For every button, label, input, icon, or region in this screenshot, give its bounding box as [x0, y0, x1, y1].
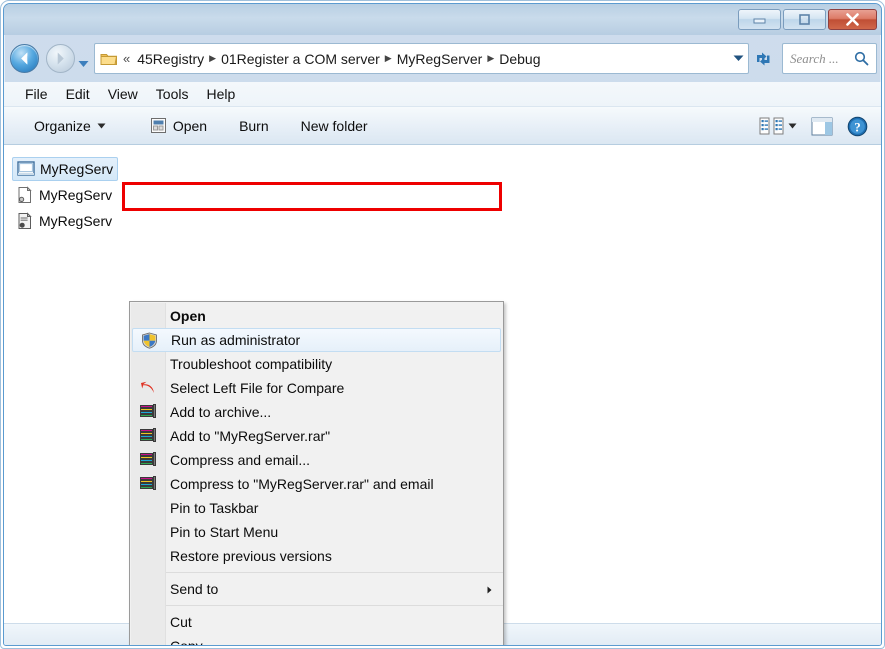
context-menu-item-pin-to-taskbar[interactable]: Pin to Taskbar [130, 496, 503, 520]
refresh-icon [757, 52, 770, 65]
breadcrumb-separator-icon: ▶ [487, 53, 495, 63]
context-menu[interactable]: Open Run as administrator Troubleshoot c [129, 301, 504, 645]
document-file-icon [18, 186, 32, 203]
back-arrow-icon [21, 52, 28, 65]
list-item[interactable]: MyRegServ [12, 183, 116, 207]
file-name: MyRegServ [40, 161, 114, 177]
preview-pane-button[interactable] [806, 113, 838, 140]
new-folder-label: New folder [300, 117, 368, 134]
navigation-bar: « 45Registry ▶ 01Register a COM server ▶… [4, 35, 881, 82]
file-name: MyRegServ [39, 187, 113, 203]
open-file-icon [150, 118, 166, 133]
context-menu-item-pin-to-start-menu[interactable]: Pin to Start Menu [130, 520, 503, 544]
file-name: MyRegServ [39, 213, 113, 229]
minimize-icon [753, 18, 766, 24]
refresh-button[interactable] [750, 43, 777, 74]
menu-help[interactable]: Help [197, 84, 244, 104]
context-menu-item-compress-and-email[interactable]: Compress and email... [130, 448, 503, 472]
context-menu-item-add-to-named-archive[interactable]: Add to "MyRegServer.rar" [130, 424, 503, 448]
menu-edit[interactable]: Edit [57, 84, 99, 104]
uac-shield-icon [133, 332, 166, 349]
address-bar[interactable]: « 45Registry ▶ 01Register a COM server ▶… [94, 43, 749, 74]
burn-button[interactable]: Burn [231, 114, 277, 138]
help-button[interactable]: ? [842, 112, 873, 141]
command-bar: Organize Open Burn New folder ? [4, 107, 881, 145]
context-menu-item-open[interactable]: Open [130, 304, 503, 328]
menu-tools[interactable]: Tools [147, 84, 198, 104]
context-menu-separator [166, 572, 503, 573]
view-options-button[interactable] [754, 113, 802, 139]
context-menu-separator [166, 605, 503, 606]
window-controls [738, 9, 877, 30]
view-options-icon [759, 117, 784, 135]
submenu-arrow-icon [487, 586, 492, 594]
chevron-down-icon [78, 61, 89, 67]
menu-file[interactable]: File [16, 84, 57, 104]
context-menu-item-troubleshoot-compatibility[interactable]: Troubleshoot compatibility [130, 352, 503, 376]
context-menu-item-copy[interactable]: Copy [130, 634, 503, 645]
menu-view[interactable]: View [99, 84, 147, 104]
preview-pane-icon [811, 117, 833, 135]
close-button[interactable] [828, 9, 877, 30]
compare-arrow-icon [130, 381, 165, 395]
breadcrumb-item-2[interactable]: 01Register a COM server [219, 50, 382, 68]
help-icon: ? [847, 116, 868, 136]
titlebar [4, 4, 881, 35]
chevron-down-icon [788, 123, 797, 129]
context-menu-item-send-to[interactable]: Send to [130, 577, 503, 601]
list-item[interactable]: MyRegServ [12, 157, 119, 181]
context-menu-item-restore-previous-versions[interactable]: Restore previous versions [130, 544, 503, 568]
svg-text:?: ? [854, 119, 861, 134]
library-dll-icon [18, 212, 32, 229]
organize-label: Organize [34, 117, 91, 134]
winrar-icon [130, 451, 165, 468]
recent-locations-button[interactable] [78, 55, 89, 67]
toolbar-right-group: ? [754, 107, 873, 145]
breadcrumb-item-3[interactable]: MyRegServer [395, 50, 485, 68]
back-button[interactable] [10, 44, 39, 73]
folder-icon [100, 53, 118, 65]
breadcrumb-separator-icon: ▶ [209, 53, 217, 63]
menu-bar: File Edit View Tools Help [4, 82, 881, 107]
context-menu-item-cut[interactable]: Cut [130, 610, 503, 634]
breadcrumb-separator-icon: ▶ [384, 53, 392, 63]
winrar-icon [130, 427, 165, 444]
explorer-window: « 45Registry ▶ 01Register a COM server ▶… [3, 3, 882, 646]
list-item[interactable]: MyRegServ [12, 209, 116, 233]
winrar-icon [130, 475, 165, 492]
context-menu-item-select-left-file-for-compare[interactable]: Select Left File for Compare [130, 376, 503, 400]
context-menu-item-add-to-archive[interactable]: Add to archive... [130, 400, 503, 424]
address-dropdown-button[interactable] [728, 44, 748, 73]
chevron-down-icon [733, 55, 743, 61]
file-list-pane[interactable]: MyRegServ MyRegServ MyRegServ Open Run a… [4, 145, 881, 645]
maximize-icon [799, 14, 810, 25]
burn-label: Burn [239, 117, 269, 134]
forward-arrow-icon [57, 52, 64, 65]
organize-button[interactable]: Organize [26, 114, 114, 138]
new-folder-button[interactable]: New folder [293, 114, 376, 138]
minimize-button[interactable] [738, 9, 781, 30]
forward-button[interactable] [46, 44, 75, 73]
close-icon [846, 13, 859, 26]
application-exe-icon [17, 161, 35, 176]
breadcrumb-item-1[interactable]: 45Registry [135, 50, 206, 68]
search-input[interactable]: Search ... [782, 43, 877, 74]
maximize-button[interactable] [783, 9, 826, 30]
search-placeholder: Search ... [790, 50, 839, 66]
open-button[interactable]: Open [142, 113, 215, 138]
context-menu-item-run-as-administrator[interactable]: Run as administrator [132, 328, 501, 352]
breadcrumb: « 45Registry ▶ 01Register a COM server ▶… [121, 50, 728, 68]
breadcrumb-item-4[interactable]: Debug [497, 50, 542, 68]
breadcrumb-overflow-icon[interactable]: « [123, 51, 130, 66]
context-menu-item-compress-to-named-archive-and-email[interactable]: Compress to "MyRegServer.rar" and email [130, 472, 503, 496]
search-icon[interactable] [854, 51, 869, 66]
winrar-icon [130, 403, 165, 420]
open-label: Open [172, 117, 208, 134]
chevron-down-icon [97, 123, 106, 128]
